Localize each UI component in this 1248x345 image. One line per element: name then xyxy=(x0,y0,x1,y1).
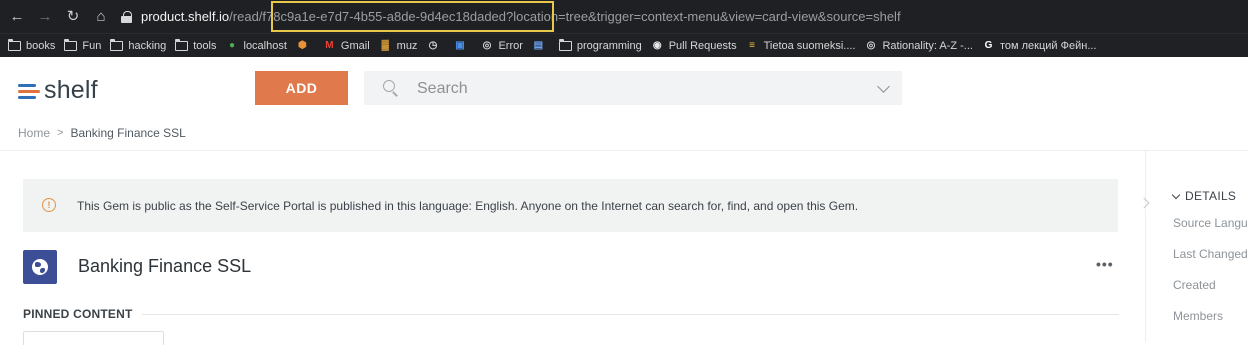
more-options-button[interactable]: ••• xyxy=(1096,256,1114,272)
url-path: /read/f78c9a1e-e7d7-4b55-a8de-9d4ec18dad… xyxy=(229,9,901,24)
bookmark-localhost[interactable]: ● localhost xyxy=(226,40,287,52)
globe-icon: ◎ xyxy=(866,40,876,51)
bookmark-label: Rationality: A-Z -... xyxy=(882,39,973,52)
breadcrumb: Home > Banking Finance SSL xyxy=(18,126,186,140)
globe-icon: ◎ xyxy=(482,40,492,51)
bookmarks-bar: books Fun hacking tools ● localhost ⬢ M Gmail ▓ mu… xyxy=(0,33,1248,57)
browser-address-bar: ← → ↻ ⌂ product.shelf.io/read/f78c9a1e-e… xyxy=(0,0,1248,33)
add-button[interactable]: ADD xyxy=(255,71,348,105)
bookmark-label: muz xyxy=(396,39,418,52)
bookmark-muz[interactable]: ▓ muz xyxy=(379,40,418,52)
bookmark-label: Pull Requests xyxy=(668,39,737,52)
public-notice: ! This Gem is public as the Self-Service… xyxy=(23,179,1118,232)
bookmark-clock[interactable]: ◷ xyxy=(426,40,444,51)
bookmark-programming[interactable]: programming xyxy=(558,38,642,52)
bookmark-hexagon[interactable]: ⬢ xyxy=(296,40,314,51)
globe-green-icon: ● xyxy=(228,40,236,51)
notice-text: This Gem is public as the Self-Service P… xyxy=(77,199,859,213)
pinned-card[interactable] xyxy=(23,331,164,345)
bookmark-tietoa-suomeksi[interactable]: ≡ Tietoa suomeksi.... xyxy=(746,39,856,52)
search-placeholder: Search xyxy=(417,80,468,97)
bookmark-label: hacking xyxy=(128,39,167,52)
forward-icon[interactable]: → xyxy=(34,5,56,27)
home-icon[interactable]: ⌂ xyxy=(90,5,112,27)
details-toggle[interactable]: DETAILS xyxy=(1171,189,1237,203)
breadcrumb-home[interactable]: Home xyxy=(18,126,50,140)
gmail-icon: M xyxy=(325,40,334,51)
bookmark-fun[interactable]: Fun xyxy=(64,38,102,52)
header-divider xyxy=(0,150,1248,151)
flag-icon: ≡ xyxy=(749,40,755,51)
details-heading: DETAILS xyxy=(1185,189,1237,203)
app-icon: ▣ xyxy=(455,40,465,51)
folder-icon xyxy=(64,38,78,51)
folder-icon xyxy=(558,38,572,51)
logo-text: shelf xyxy=(44,76,98,104)
gem-title: Banking Finance SSL xyxy=(78,256,252,276)
pinned-content-heading: PINNED CONTENT xyxy=(23,307,133,321)
search-icon xyxy=(383,80,395,92)
search-input[interactable]: Search xyxy=(364,71,902,105)
bookmark-label: localhost xyxy=(243,39,287,52)
breadcrumb-separator: > xyxy=(57,127,64,139)
bookmark-translate[interactable]: ▤ xyxy=(532,40,550,51)
bookmark-label: том лекций Фейн... xyxy=(999,39,1097,52)
bookmark-label: Fun xyxy=(82,39,102,52)
shelf-logo[interactable]: shelf xyxy=(18,76,98,105)
bookmark-том-лекций-фейн[interactable]: Gтом лекций Фейн... xyxy=(982,40,1097,52)
chevron-down-icon xyxy=(1171,190,1181,199)
details-panel-divider xyxy=(1145,151,1146,342)
bookmark-label: Error xyxy=(498,39,523,52)
bookmark-tools[interactable]: tools xyxy=(175,38,217,52)
bookmark-gmail[interactable]: M Gmail xyxy=(323,39,370,52)
folder-icon xyxy=(110,38,124,51)
url-host: product.shelf.io xyxy=(141,9,230,24)
translate-icon: ▤ xyxy=(533,40,544,51)
bookmark-app[interactable]: ▣ xyxy=(453,40,471,51)
panel-toggle-icon[interactable] xyxy=(1138,197,1150,209)
pinned-divider xyxy=(142,314,1119,315)
bookmark-label: programming xyxy=(576,39,642,52)
detail-source-language: Source Langu xyxy=(1173,216,1248,230)
detail-members: Members xyxy=(1173,309,1224,323)
url-field[interactable]: product.shelf.io/read/f78c9a1e-e7d7-4b55… xyxy=(121,0,901,33)
bookmark-label: books xyxy=(26,39,56,52)
detail-created: Created xyxy=(1173,278,1216,292)
bookmark-books[interactable]: books xyxy=(8,38,56,52)
shelf-logo-icon xyxy=(18,82,41,100)
music-bars-icon: ▓ xyxy=(381,40,389,51)
github-icon: ◉ xyxy=(652,40,662,51)
clock-icon: ◷ xyxy=(428,40,438,51)
detail-last-changed: Last Changed xyxy=(1173,247,1248,261)
chevron-down-icon[interactable] xyxy=(877,80,890,93)
bookmark-label: tools xyxy=(193,39,217,52)
bookmark-label: Gmail xyxy=(340,39,370,52)
back-icon[interactable]: ← xyxy=(6,5,28,27)
bookmark-label: Tietoa suomeksi.... xyxy=(763,39,856,52)
hexagon-icon: ⬢ xyxy=(298,40,307,51)
google-icon: G xyxy=(984,40,993,51)
gem-globe-icon xyxy=(23,250,57,284)
folder-icon xyxy=(175,38,189,51)
reload-icon[interactable]: ↻ xyxy=(62,5,84,27)
warning-icon: ! xyxy=(42,198,56,212)
folder-icon xyxy=(8,38,21,51)
bookmark-rationality-a-z[interactable]: ◎ Rationality: A-Z -... xyxy=(864,39,973,52)
lock-icon xyxy=(121,10,132,23)
bookmark-error[interactable]: ◎ Error xyxy=(480,39,523,52)
bookmark-hacking[interactable]: hacking xyxy=(110,38,167,52)
bookmark-pull-requests[interactable]: ◉ Pull Requests xyxy=(651,40,737,52)
breadcrumb-current: Banking Finance SSL xyxy=(70,126,186,140)
